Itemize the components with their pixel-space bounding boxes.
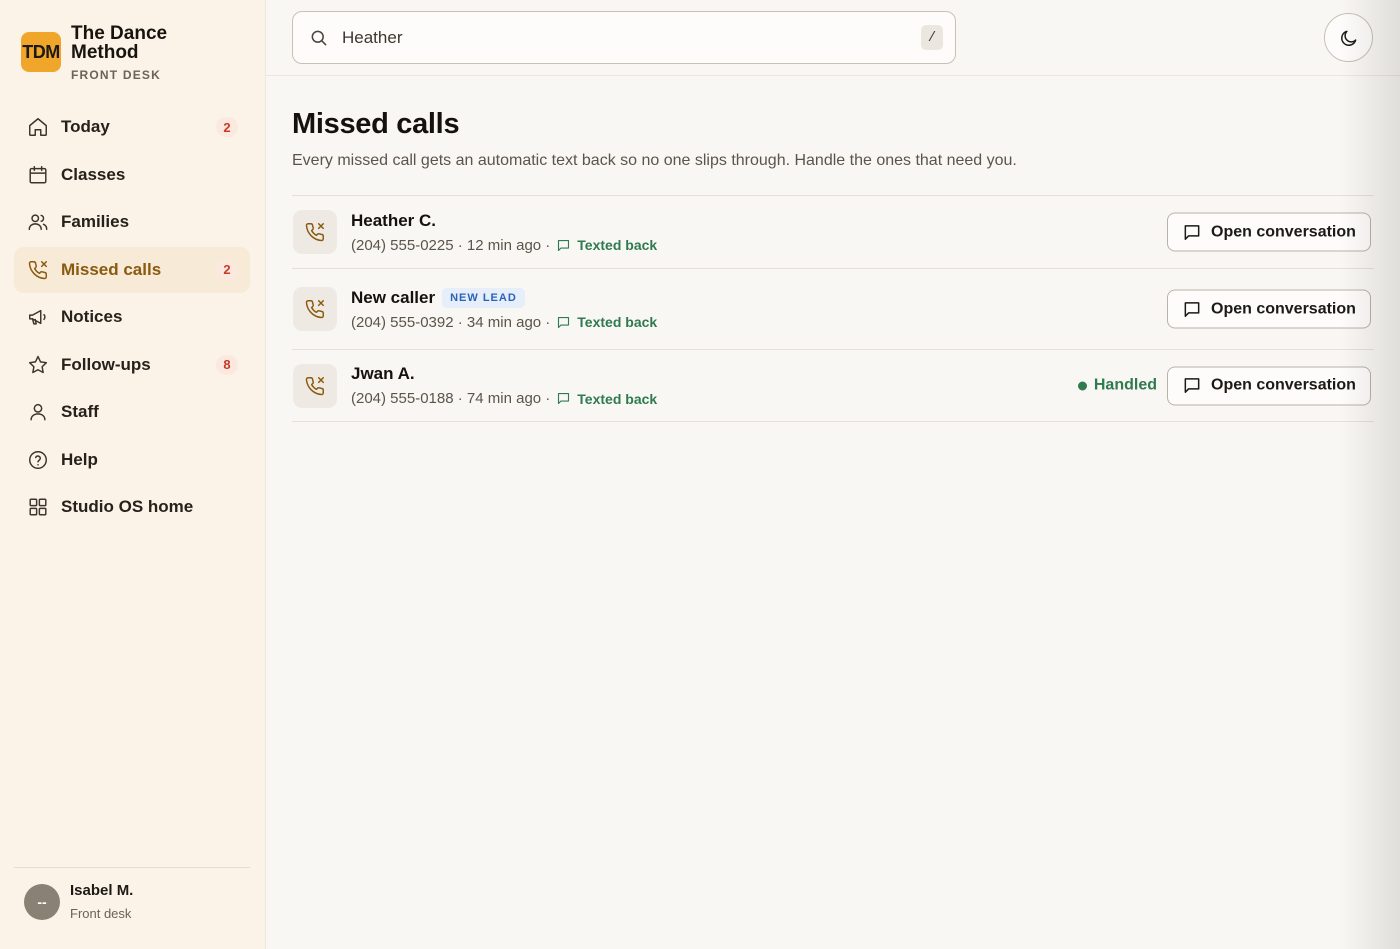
sidebar-item-missed-calls[interactable]: Missed calls 2 xyxy=(14,246,250,293)
row-actions: Open conversation xyxy=(1167,212,1371,252)
row-actions: Handled Open conversation xyxy=(1077,366,1371,405)
call-meta: (204) 555-0225 · 12 min ago · Texted bac… xyxy=(351,237,657,254)
message-icon xyxy=(1184,224,1200,240)
user-name: Isabel M. xyxy=(70,882,134,899)
page-title: Missed calls xyxy=(292,108,460,140)
user-info: Isabel M. Front desk xyxy=(70,882,133,921)
caller-name: Jwan A. xyxy=(351,364,415,383)
sidebar-item-help[interactable]: Help xyxy=(14,437,250,483)
brand-text: The Dance Method FRONT DESK xyxy=(71,24,191,82)
brand-logo: TDM xyxy=(21,32,61,72)
user-profile[interactable]: -- Isabel M. Front desk xyxy=(14,867,250,921)
sidebar-nav: Today 2 Classes Families Missed calls 2 xyxy=(14,104,250,532)
list-item: Heather C. (204) 555-0225 · 12 min ago ·… xyxy=(292,196,1374,269)
button-label: Open conversation xyxy=(1211,376,1356,394)
phone-missed-icon xyxy=(293,287,337,331)
sidebar-item-today[interactable]: Today 2 xyxy=(14,104,250,150)
call-info: New caller NEW LEAD (204) 555-0392 · 34 … xyxy=(351,287,657,331)
users-icon xyxy=(26,210,50,234)
missed-calls-list: Heather C. (204) 555-0225 · 12 min ago ·… xyxy=(292,195,1374,422)
sidebar-item-label: Help xyxy=(61,449,98,469)
texted-back-status: Texted back xyxy=(556,314,657,330)
open-conversation-button[interactable]: Open conversation xyxy=(1167,212,1371,252)
open-conversation-button[interactable]: Open conversation xyxy=(1167,289,1371,329)
phone-missed-icon xyxy=(293,210,337,254)
brand-name: The Dance Method xyxy=(71,23,168,63)
message-icon xyxy=(558,392,570,405)
status-dot xyxy=(1077,381,1087,390)
sidebar-item-label: Missed calls xyxy=(61,259,162,279)
user-role: Front desk xyxy=(70,906,132,921)
call-info: Jwan A. (204) 555-0188 · 74 min ago · Te… xyxy=(351,364,657,407)
message-icon xyxy=(1184,301,1200,317)
search-icon xyxy=(309,28,329,48)
new-lead-badge: NEW LEAD xyxy=(442,287,525,308)
main-content: Missed calls Every missed call gets an a… xyxy=(292,76,1374,422)
call-details: (204) 555-0392 · 34 min ago · xyxy=(351,313,551,331)
megaphone-icon xyxy=(26,305,50,329)
button-label: Open conversation xyxy=(1211,223,1356,240)
brand-subtitle: FRONT DESK xyxy=(71,68,161,82)
sidebar-item-label: Follow-ups xyxy=(61,354,151,374)
handled-label: Handled xyxy=(1093,376,1157,394)
sidebar-item-families[interactable]: Families xyxy=(14,199,250,245)
sidebar-item-staff[interactable]: Staff xyxy=(14,389,250,435)
sidebar-item-label: Today xyxy=(61,117,110,136)
texted-back-label: Texted back xyxy=(577,237,658,253)
sidebar-item-label: Families xyxy=(61,212,130,231)
user-icon xyxy=(26,400,50,424)
call-details: (204) 555-0188 · 74 min ago · xyxy=(351,390,551,407)
shortcut-key: / xyxy=(921,25,943,50)
message-icon xyxy=(558,316,570,328)
avatar: -- xyxy=(24,883,60,920)
count-badge: 8 xyxy=(216,354,238,375)
caller-name: Heather C. xyxy=(351,210,437,230)
handled-status: Handled xyxy=(1077,376,1157,395)
list-item: Jwan A. (204) 555-0188 · 74 min ago · Te… xyxy=(292,350,1374,422)
caller-line: Jwan A. xyxy=(351,364,657,384)
count-badge: 2 xyxy=(216,259,238,280)
button-label: Open conversation xyxy=(1211,300,1356,317)
texted-back-status: Texted back xyxy=(556,391,657,407)
message-icon xyxy=(1184,378,1200,393)
search-box[interactable]: / xyxy=(292,11,956,64)
call-info: Heather C. (204) 555-0225 · 12 min ago ·… xyxy=(351,211,657,254)
message-icon xyxy=(558,239,570,251)
grid-icon xyxy=(26,495,50,519)
topbar: / xyxy=(266,0,1400,76)
call-details: (204) 555-0225 · 12 min ago · xyxy=(351,236,551,254)
sidebar-item-classes[interactable]: Classes xyxy=(14,152,250,198)
texted-back-status: Texted back xyxy=(556,237,657,253)
sidebar-item-label: Staff xyxy=(61,402,99,421)
sidebar-item-notices[interactable]: Notices xyxy=(14,294,250,340)
calendar-icon xyxy=(26,163,50,187)
call-meta: (204) 555-0188 · 74 min ago · Texted bac… xyxy=(351,390,657,407)
home-icon xyxy=(26,115,50,139)
sidebar: TDM The Dance Method FRONT DESK Today 2 … xyxy=(0,0,266,949)
phone-missed-icon xyxy=(293,363,337,408)
caller-name: New caller xyxy=(351,287,436,307)
page-subtitle: Every missed call gets an automatic text… xyxy=(292,152,1017,169)
count-badge: 2 xyxy=(216,117,238,137)
moon-icon xyxy=(1340,30,1356,46)
star-icon xyxy=(26,353,50,377)
brand[interactable]: TDM The Dance Method FRONT DESK xyxy=(21,24,191,82)
texted-back-label: Texted back xyxy=(577,314,658,330)
sidebar-item-label: Studio OS home xyxy=(61,497,194,516)
sidebar-item-label: Notices xyxy=(61,307,123,326)
caller-line: New caller NEW LEAD xyxy=(351,287,657,308)
list-item: New caller NEW LEAD (204) 555-0392 · 34 … xyxy=(292,269,1374,350)
caller-line: Heather C. xyxy=(351,211,657,231)
help-circle-icon xyxy=(26,448,50,472)
texted-back-label: Texted back xyxy=(577,390,658,407)
search-input[interactable] xyxy=(342,27,902,48)
theme-toggle-button[interactable] xyxy=(1324,13,1373,62)
sidebar-item-follow-ups[interactable]: Follow-ups 8 xyxy=(14,342,250,388)
row-actions: Open conversation xyxy=(1167,289,1371,329)
call-meta: (204) 555-0392 · 34 min ago · Texted bac… xyxy=(351,314,657,331)
sidebar-item-studio-os-home[interactable]: Studio OS home xyxy=(14,484,250,530)
sidebar-item-label: Classes xyxy=(61,164,126,184)
open-conversation-button[interactable]: Open conversation xyxy=(1167,366,1371,405)
phone-missed-icon xyxy=(26,258,50,282)
